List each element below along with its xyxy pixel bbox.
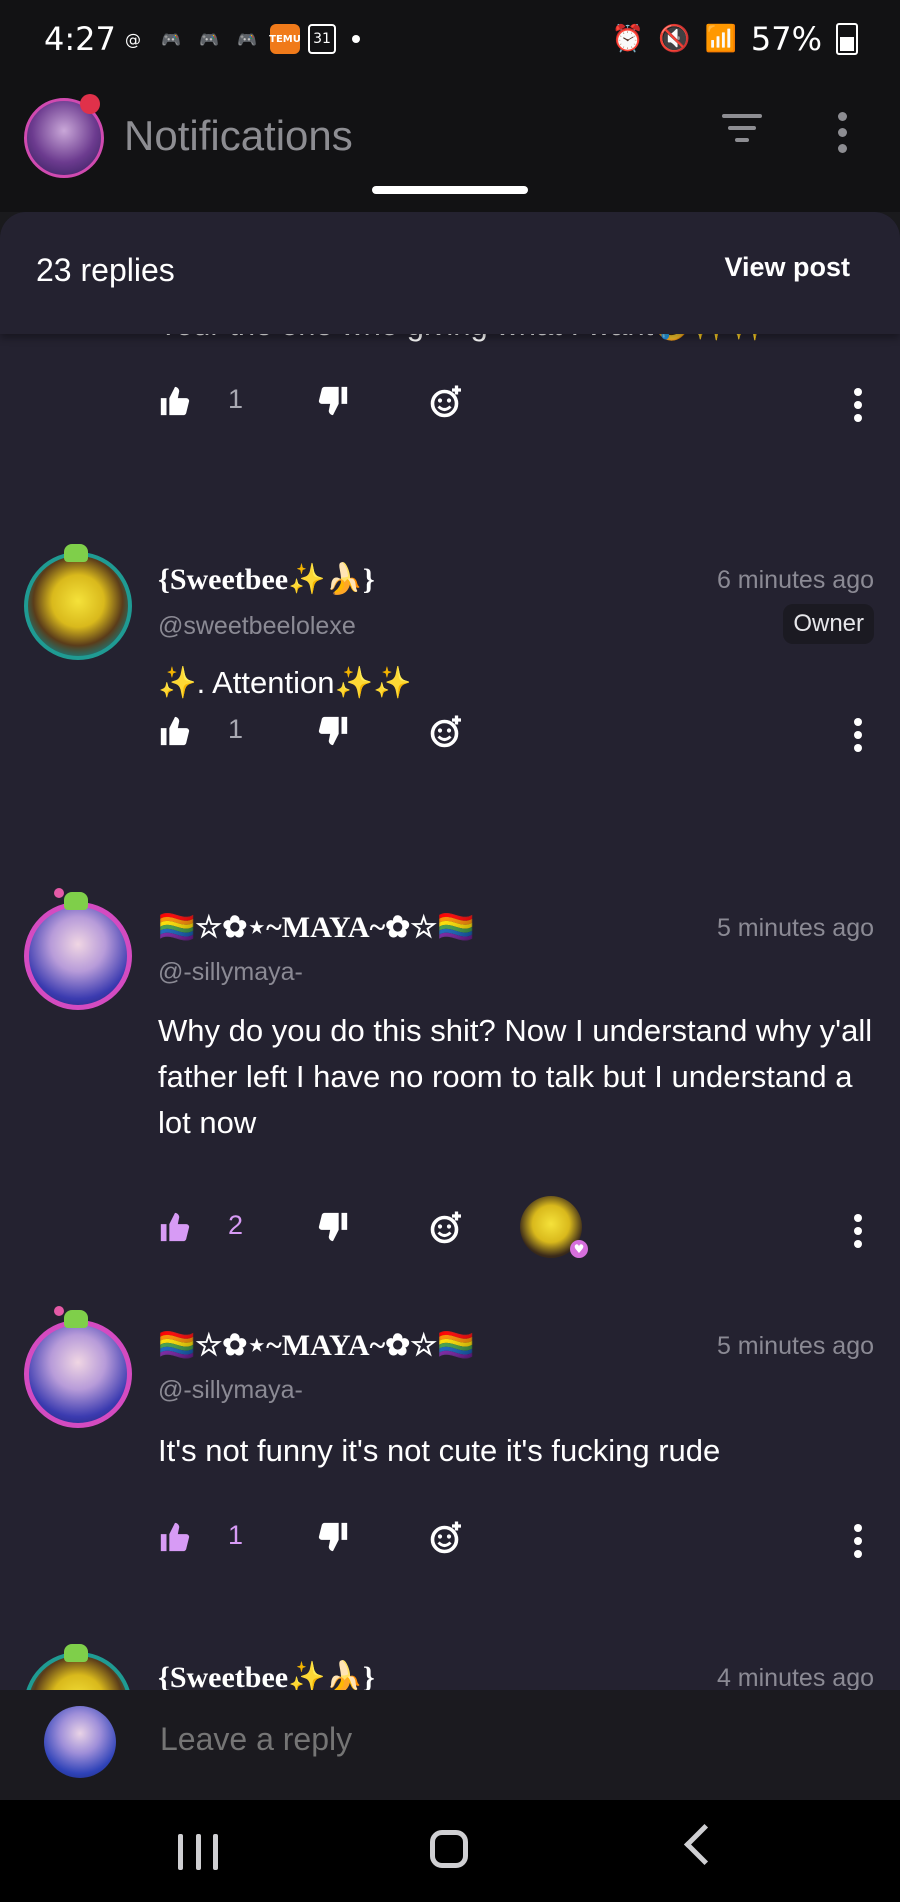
commenter-name[interactable]: {Sweetbee✨🍌}	[158, 562, 375, 597]
comment-time: 5 minutes ago	[716, 1332, 874, 1360]
notification-dot-icon	[352, 35, 360, 43]
wifi-icon: 📶	[704, 24, 737, 54]
thumbs-down-icon[interactable]	[316, 384, 350, 418]
sheet-header: 23 replies View post	[0, 212, 900, 334]
home-icon[interactable]	[430, 1830, 468, 1868]
owner-badge: Owner	[783, 604, 874, 644]
comment-actions: 1	[0, 1520, 900, 1570]
heart-icon: ♥	[570, 1240, 588, 1258]
add-reaction-icon[interactable]	[428, 714, 464, 750]
alarm-icon: ⏰	[611, 24, 645, 54]
like-count: 1	[228, 714, 244, 744]
replies-sheet: 23 replies View post Your the one who gi…	[0, 212, 900, 1690]
commenter-avatar[interactable]	[24, 552, 132, 660]
thumbs-up-icon[interactable]	[158, 384, 192, 418]
reply-bar	[0, 1690, 900, 1800]
comment-text: It's not funny it's not cute it's fuckin…	[158, 1433, 721, 1468]
comment-more-icon[interactable]	[854, 388, 864, 427]
like-count: 2	[228, 1210, 244, 1240]
comment-more-icon[interactable]	[854, 718, 864, 757]
thumbs-down-icon[interactable]	[316, 1210, 350, 1244]
more-options-icon[interactable]	[838, 112, 852, 160]
like-count: 1	[228, 384, 244, 414]
comment-text: ✨. Attention✨✨	[158, 665, 412, 700]
page-title: Notifications	[124, 112, 353, 159]
comment-actions: 1	[0, 384, 900, 434]
comment-more-icon[interactable]	[854, 1214, 864, 1253]
comment-time: 4 minutes ago	[716, 1664, 874, 1690]
commenter-name[interactable]: {Sweetbee✨🍌}	[158, 1660, 375, 1690]
view-post-button[interactable]: View post	[724, 252, 850, 283]
avatar-frog-crown-icon	[64, 1644, 88, 1662]
system-nav-bar	[0, 1800, 900, 1902]
avatar-frog-crown-icon	[54, 888, 88, 910]
thumbs-down-icon[interactable]	[316, 714, 350, 748]
filter-icon[interactable]	[720, 114, 764, 154]
comment-time: 5 minutes ago	[716, 914, 874, 942]
status-icons-right: ⏰ 🔇 📶 57%	[612, 20, 858, 58]
thumbs-down-icon[interactable]	[316, 1520, 350, 1554]
thumbs-up-icon[interactable]	[158, 1520, 192, 1554]
back-icon[interactable]	[683, 1823, 726, 1866]
notification-badge	[80, 94, 100, 114]
comment-actions: 2 ♥	[0, 1196, 900, 1280]
status-bar: 4:27 @ 🎮 🎮 🎮 TEMU 31 ⏰ 🔇 📶 57%	[0, 0, 900, 84]
commenter-avatar[interactable]	[24, 1320, 132, 1428]
commenter-handle[interactable]: @sweetbeelolexe	[158, 612, 356, 641]
temu-icon: TEMU	[269, 24, 301, 54]
add-reaction-icon[interactable]	[428, 1520, 464, 1556]
battery-icon	[836, 23, 858, 55]
commenter-name[interactable]: 🏳️‍🌈☆✿⋆~MAYA~✿☆🏳️‍🌈	[158, 1328, 475, 1363]
comment-more-icon[interactable]	[854, 1524, 864, 1563]
status-icons-left: @ 🎮 🎮 🎮 TEMU 31	[118, 24, 360, 54]
replies-count: 23 replies	[36, 252, 175, 288]
user-avatar	[44, 1706, 116, 1778]
sheet-drag-handle[interactable]	[372, 186, 528, 194]
avatar-frog-crown-icon	[64, 544, 88, 562]
commenter-name[interactable]: 🏳️‍🌈☆✿⋆~MAYA~✿☆🏳️‍🌈	[158, 910, 475, 945]
game-controller-icon: 🎮	[237, 29, 257, 49]
add-reaction-icon[interactable]	[428, 1210, 464, 1246]
commenter-avatar[interactable]	[24, 902, 132, 1010]
thumbs-up-icon[interactable]	[158, 714, 192, 748]
commenter-handle[interactable]: @-sillymaya-	[158, 1376, 303, 1405]
recent-apps-icon[interactable]	[178, 1834, 218, 1870]
avatar-frog-crown-icon	[54, 1306, 88, 1328]
thumbs-up-icon[interactable]	[158, 1210, 192, 1244]
game-controller-icon: 🎮	[199, 29, 219, 49]
threads-icon: @	[125, 29, 141, 49]
calendar-icon: 31	[308, 24, 336, 54]
like-count: 1	[228, 1520, 244, 1550]
commenter-handle[interactable]: @-sillymaya-	[158, 958, 303, 987]
comment-actions: 1	[0, 714, 900, 764]
reply-input[interactable]	[158, 1720, 812, 1759]
game-controller-icon: 🎮	[161, 29, 181, 49]
comment-text: Why do you do this shit? Now I understan…	[158, 1013, 873, 1140]
add-reaction-icon[interactable]	[428, 384, 464, 420]
status-time: 4:27	[44, 20, 116, 58]
mute-icon: 🔇	[658, 24, 691, 54]
battery-percent: 57%	[750, 20, 822, 58]
comment-time: 6 minutes ago	[716, 566, 874, 594]
